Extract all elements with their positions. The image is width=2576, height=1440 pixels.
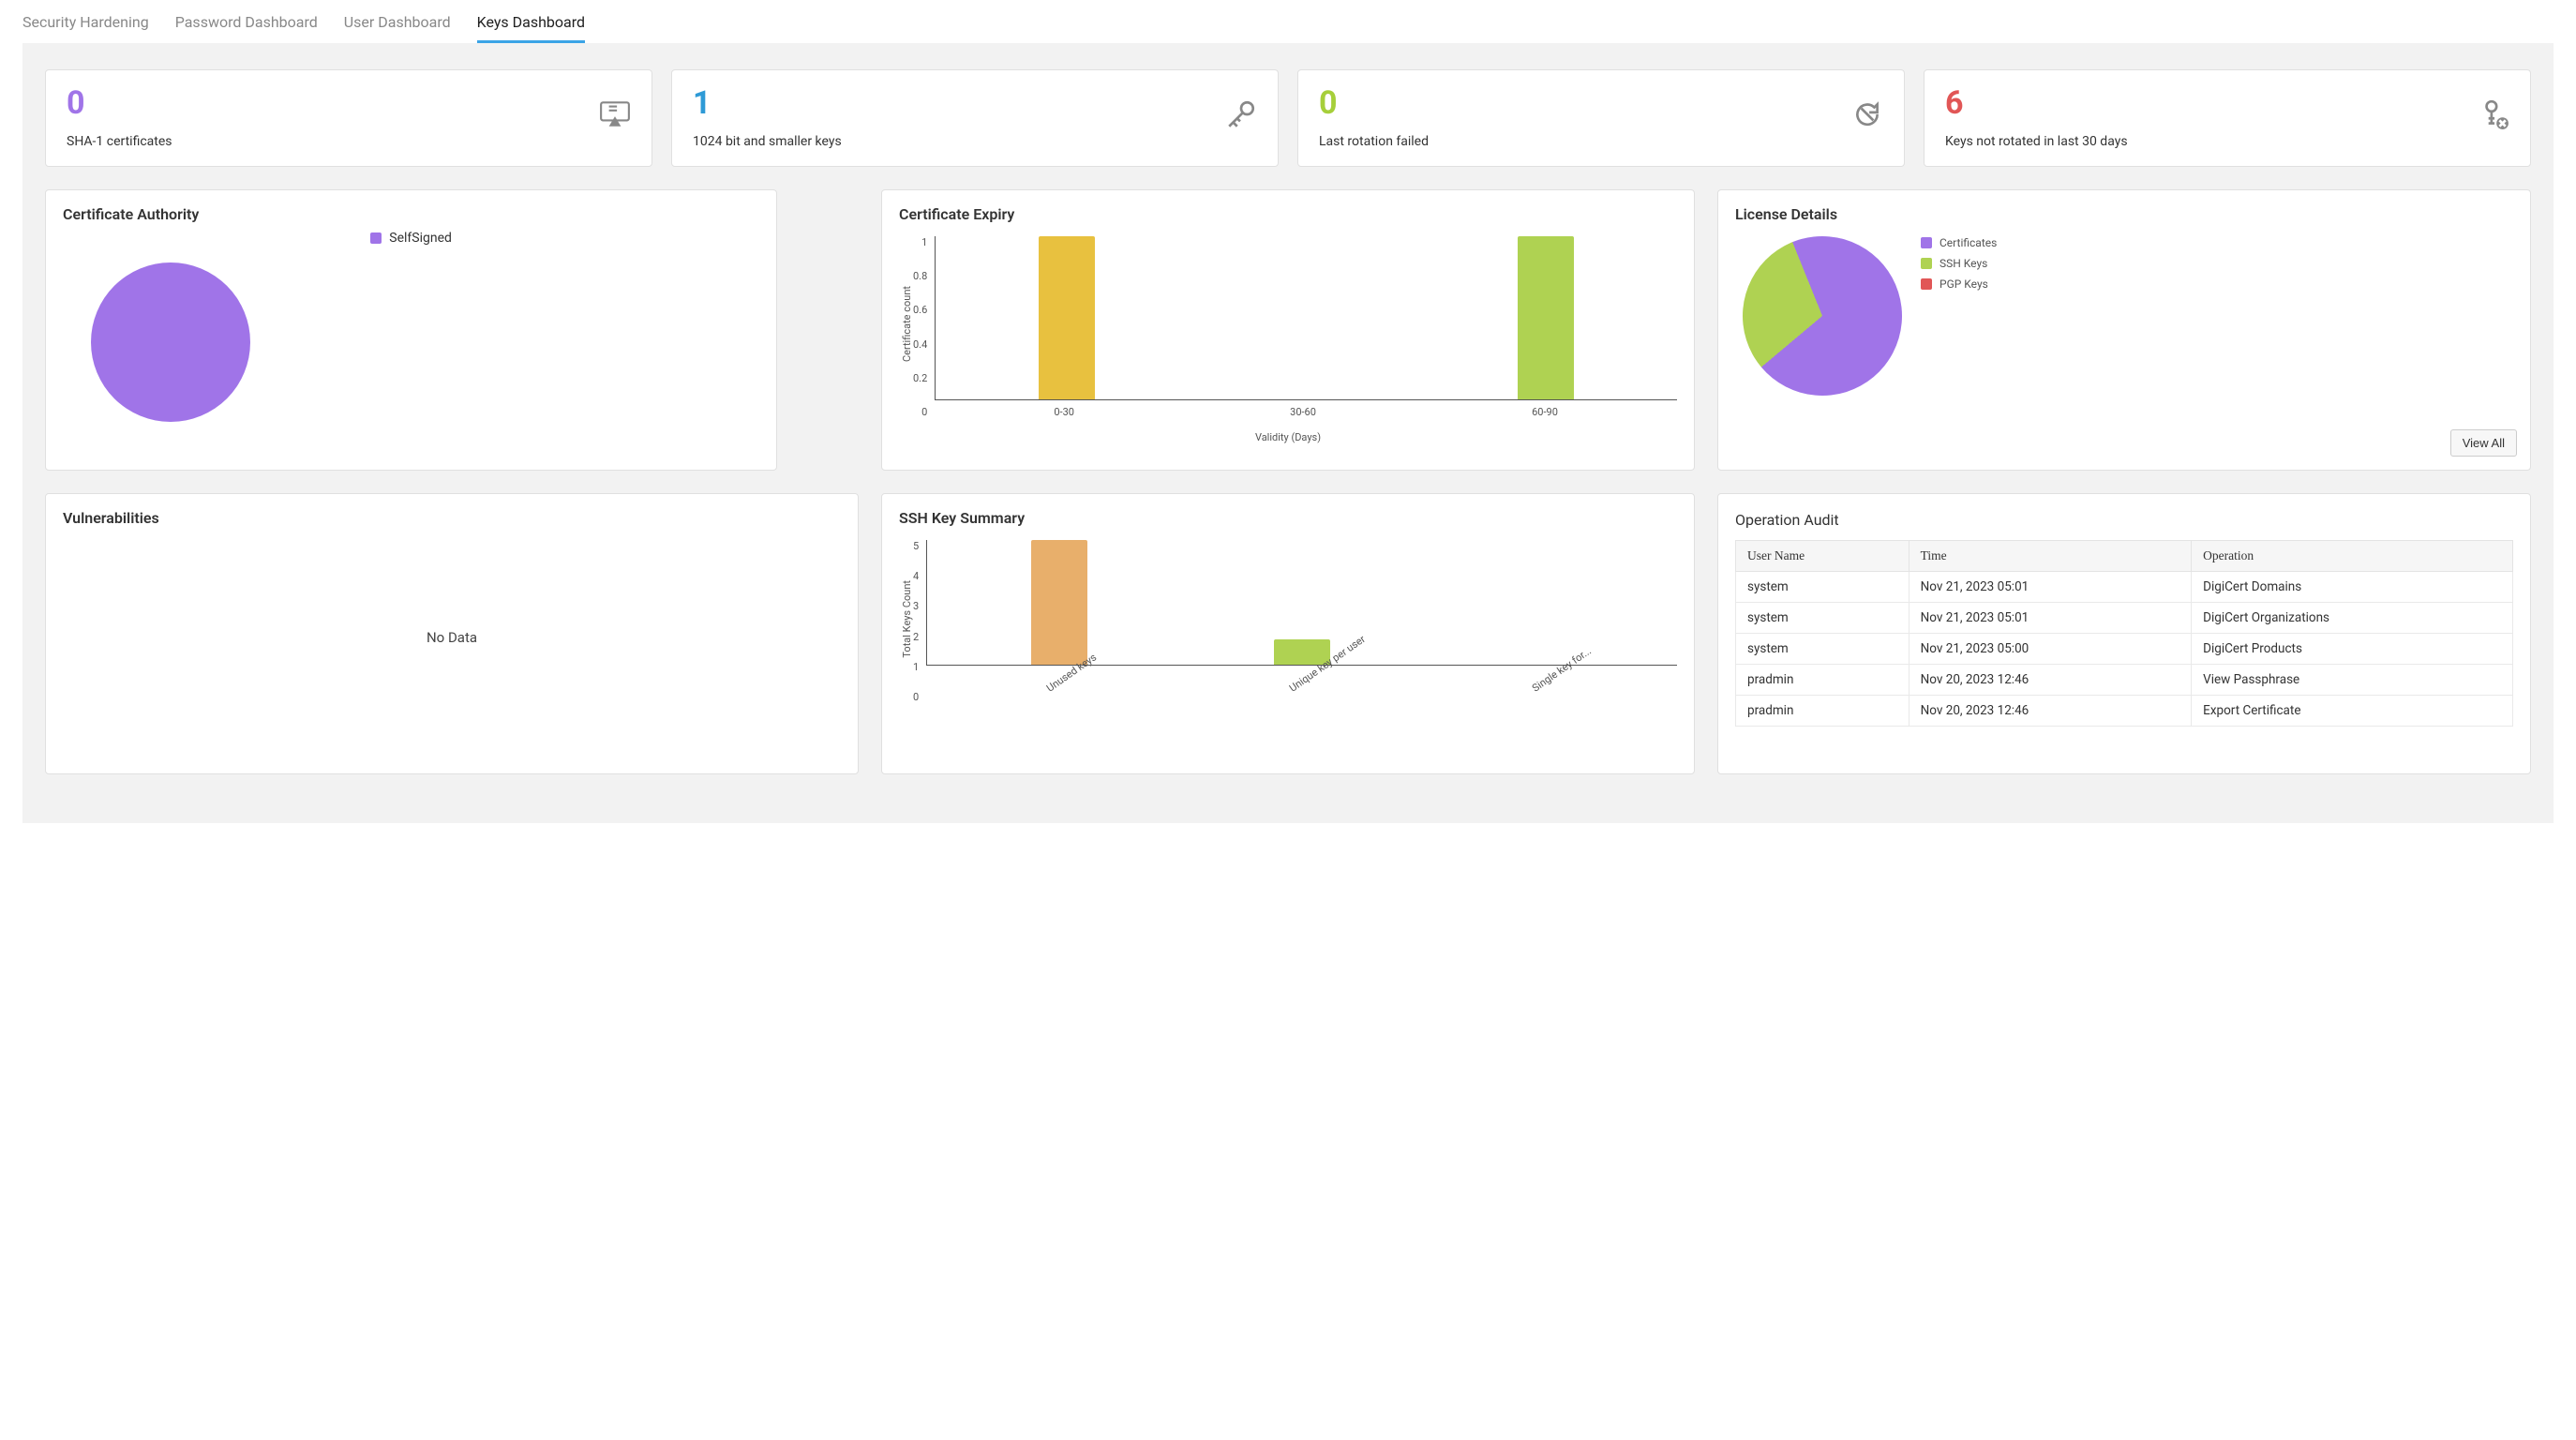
panel-title: License Details xyxy=(1735,205,2513,223)
legend-swatch-icon xyxy=(1921,258,1932,269)
panel-title: Certificate Expiry xyxy=(899,205,1677,223)
cell-op: DigiCert Products xyxy=(2192,634,2513,665)
panel-title: Vulnerabilities xyxy=(63,509,841,527)
stat-label: 1024 bit and smaller keys xyxy=(693,134,842,149)
dashboard-content: 0 SHA-1 certificates 1 1024 bit and smal… xyxy=(22,43,2554,823)
view-all-button[interactable]: View All xyxy=(2450,429,2517,457)
col-time[interactable]: Time xyxy=(1909,541,2192,572)
stat-label: Last rotation failed xyxy=(1319,134,1429,149)
legend-swatch-icon xyxy=(1921,278,1932,290)
bar-0-30[interactable] xyxy=(1039,236,1095,399)
pie-chart[interactable] xyxy=(1710,203,1935,428)
legend-label: SelfSigned xyxy=(389,231,452,246)
rotation-failed-icon xyxy=(1851,98,1883,130)
bar-60-90[interactable] xyxy=(1518,236,1574,399)
cell-user: system xyxy=(1736,603,1910,634)
cell-op: DigiCert Organizations xyxy=(2192,603,2513,634)
stats-row: 0 SHA-1 certificates 1 1024 bit and smal… xyxy=(45,69,2531,167)
legend-label: SSH Keys xyxy=(1939,257,1987,270)
table-row[interactable]: system Nov 21, 2023 05:00 DigiCert Produ… xyxy=(1736,634,2513,665)
key-blocked-icon xyxy=(2478,98,2509,130)
legend-item[interactable]: Certificates xyxy=(1921,236,1997,249)
table-header-row: User Name Time Operation xyxy=(1736,541,2513,572)
stat-label: Keys not rotated in last 30 days xyxy=(1945,134,2128,149)
legend-item[interactable]: SelfSigned xyxy=(63,231,759,246)
cell-op: Export Certificate xyxy=(2192,696,2513,727)
panel-license-details: License Details Certificates SSH Keys PG… xyxy=(1717,189,2531,471)
panel-ssh-key-summary: SSH Key Summary Total Keys Count 543210 xyxy=(881,493,1695,774)
bar-plot[interactable] xyxy=(926,540,1677,666)
legend-label: Certificates xyxy=(1939,236,1997,249)
table-row[interactable]: pradmin Nov 20, 2023 12:46 View Passphra… xyxy=(1736,665,2513,696)
cert-warning-icon xyxy=(599,98,631,130)
legend-label: PGP Keys xyxy=(1939,278,1988,291)
y-axis-ticks: 10.80.60.40.20 xyxy=(913,236,935,418)
panel-title: Operation Audit xyxy=(1735,511,2513,529)
table-row[interactable]: system Nov 21, 2023 05:01 DigiCert Organ… xyxy=(1736,603,2513,634)
stat-card-not-rotated[interactable]: 6 Keys not rotated in last 30 days xyxy=(1924,69,2531,167)
panel-vulnerabilities: Vulnerabilities No Data xyxy=(45,493,859,774)
x-axis-label: Validity (Days) xyxy=(899,431,1677,443)
legend-item[interactable]: PGP Keys xyxy=(1921,278,1997,291)
panels-row-1: Certificate Authority SelfSigned Certifi… xyxy=(45,189,2531,471)
stat-card-rotation-failed[interactable]: 0 Last rotation failed xyxy=(1297,69,1905,167)
panel-title: Certificate Authority xyxy=(63,205,759,223)
cell-time: Nov 21, 2023 05:01 xyxy=(1909,603,2192,634)
cell-user: pradmin xyxy=(1736,696,1910,727)
x-axis-ticks: Unused keys Unique key per user Single k… xyxy=(926,666,1677,703)
stat-card-sha1[interactable]: 0 SHA-1 certificates xyxy=(45,69,652,167)
col-operation[interactable]: Operation xyxy=(2192,541,2513,572)
stat-card-small-keys[interactable]: 1 1024 bit and smaller keys xyxy=(671,69,1279,167)
audit-table: User Name Time Operation system Nov 21, … xyxy=(1735,540,2513,727)
key-icon xyxy=(1225,98,1257,130)
cell-time: Nov 20, 2023 12:46 xyxy=(1909,665,2192,696)
x-axis-ticks: 0-30 30-60 60-90 xyxy=(935,400,1677,418)
cell-time: Nov 21, 2023 05:01 xyxy=(1909,572,2192,603)
panel-title: SSH Key Summary xyxy=(899,509,1677,527)
y-axis-ticks: 543210 xyxy=(913,540,926,703)
tab-keys-dashboard[interactable]: Keys Dashboard xyxy=(477,13,585,43)
tab-user-dashboard[interactable]: User Dashboard xyxy=(344,13,451,43)
stat-value: 6 xyxy=(1945,87,2128,119)
y-axis-label: Total Keys Count xyxy=(899,580,913,658)
table-row[interactable]: system Nov 21, 2023 05:01 DigiCert Domai… xyxy=(1736,572,2513,603)
col-user[interactable]: User Name xyxy=(1736,541,1910,572)
cell-time: Nov 21, 2023 05:00 xyxy=(1909,634,2192,665)
tab-bar: Security Hardening Password Dashboard Us… xyxy=(0,0,2576,43)
no-data-message: No Data xyxy=(63,534,841,741)
legend: Certificates SSH Keys PGP Keys xyxy=(1921,236,1997,396)
stat-value: 0 xyxy=(67,87,172,119)
cell-user: system xyxy=(1736,572,1910,603)
table-row[interactable]: pradmin Nov 20, 2023 12:46 Export Certif… xyxy=(1736,696,2513,727)
cell-op: DigiCert Domains xyxy=(2192,572,2513,603)
legend-item[interactable]: SSH Keys xyxy=(1921,257,1997,270)
cell-user: system xyxy=(1736,634,1910,665)
tab-password-dashboard[interactable]: Password Dashboard xyxy=(175,13,318,43)
bar-plot[interactable] xyxy=(935,236,1677,400)
y-axis-label: Certificate count xyxy=(899,286,913,362)
panel-certificate-expiry: Certificate Expiry Certificate count 10.… xyxy=(881,189,1695,471)
legend-swatch-icon xyxy=(370,232,382,244)
pie-chart[interactable] xyxy=(91,262,250,422)
cell-op: View Passphrase xyxy=(2192,665,2513,696)
stat-label: SHA-1 certificates xyxy=(67,134,172,149)
panel-certificate-authority: Certificate Authority SelfSigned xyxy=(45,189,777,471)
stat-value: 0 xyxy=(1319,87,1429,119)
cell-user: pradmin xyxy=(1736,665,1910,696)
bar-unused-keys[interactable] xyxy=(1031,540,1087,665)
legend-swatch-icon xyxy=(1921,237,1932,248)
tab-security-hardening[interactable]: Security Hardening xyxy=(22,13,149,43)
panels-row-2: Vulnerabilities No Data SSH Key Summary … xyxy=(45,493,2531,774)
cell-time: Nov 20, 2023 12:46 xyxy=(1909,696,2192,727)
stat-value: 1 xyxy=(693,87,842,119)
panel-operation-audit: Operation Audit User Name Time Operation… xyxy=(1717,493,2531,774)
